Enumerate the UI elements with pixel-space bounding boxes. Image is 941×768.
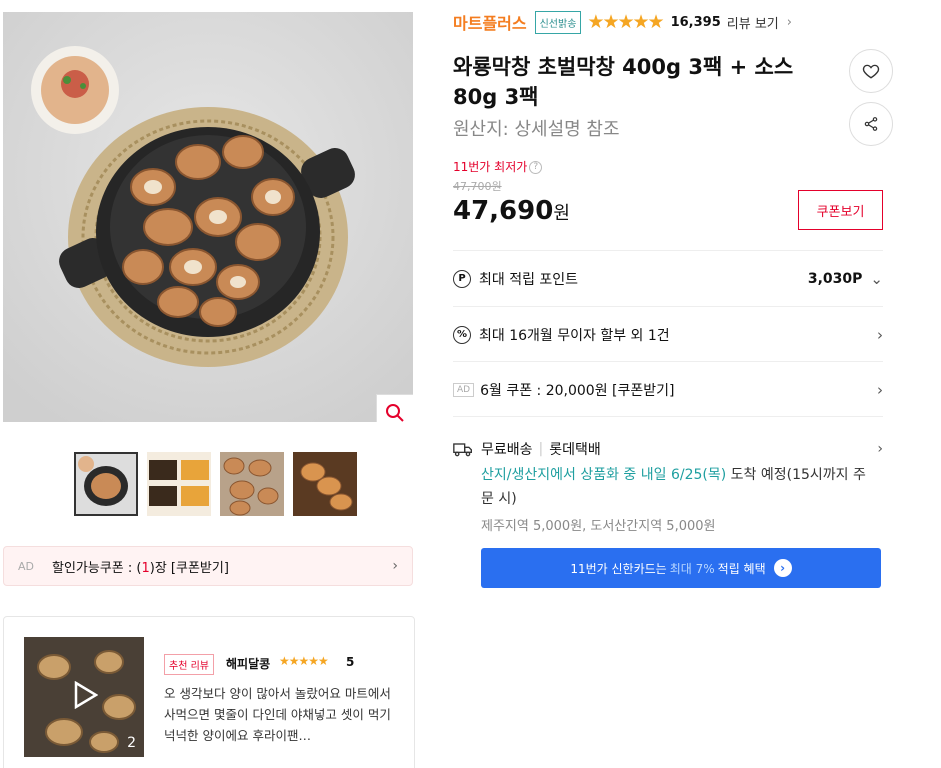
review-username: 해피달콩 (226, 657, 271, 671)
fresh-delivery-badge: 신선밝송 (534, 10, 582, 34)
thumbnail-strip (74, 452, 357, 516)
benefit-label: 6월 쿠폰 : 20,000원 [쿠폰받기] (480, 382, 675, 399)
share-icon (864, 117, 878, 131)
coupon-view-button[interactable]: 쿠폰보기 (798, 190, 883, 230)
product-photo-illustration (3, 12, 413, 422)
benefit-row-points[interactable]: P 최대 적립 포인트 3,030P ⌄ (453, 250, 883, 306)
shipping-info[interactable]: 무료배송 | 롯데택배 › 산지/생산지에서 상품화 중 내일 6/25(목) … (453, 416, 883, 534)
wishlist-button[interactable] (849, 49, 893, 93)
product-title: 와룡막창 초벌막창 400g 3팩 + 소스 80g 3팩 (453, 55, 794, 109)
review-view-link[interactable]: 리뷰 보기 (727, 13, 779, 32)
sale-price: 47,690원 (453, 196, 570, 226)
truck-icon (453, 443, 472, 457)
play-icon (74, 681, 98, 709)
arrow-right-icon: › (773, 559, 792, 577)
point-icon: P (453, 269, 471, 288)
chevron-right-icon: › (392, 558, 398, 574)
shipping-carrier: 롯데택배 (549, 442, 601, 458)
lowest-price-label: 11번가 최저가? (453, 158, 543, 175)
benefit-value: 3,030P (807, 270, 863, 287)
product-origin: 원산지: 상세설명 참조 (453, 119, 620, 140)
review-image-count: 2 (127, 735, 136, 751)
thumbnail-2[interactable] (147, 452, 211, 516)
discount-coupon-bar[interactable]: AD 할인가능쿠폰 : (1)장 [쿠폰받기] › (3, 546, 413, 586)
shipping-header: 무료배송 | 롯데택배 › (453, 439, 883, 459)
ad-label: AD (18, 559, 34, 573)
help-icon[interactable]: ? (529, 161, 543, 174)
review-card[interactable]: 2 추천 리뷰 해피달콩 ★★★★★ 5 오 생각보다 양이 많아서 놀랐어요 … (3, 616, 415, 768)
share-button[interactable] (849, 102, 893, 146)
chevron-right-icon: › (877, 325, 883, 344)
percent-icon: % (453, 325, 471, 344)
chevron-right-icon: › (786, 14, 792, 30)
search-icon (386, 404, 404, 422)
regional-shipping-fee: 제주지역 5,000원, 도서산간지역 5,000원 (481, 519, 716, 534)
ad-icon: AD (453, 382, 475, 397)
benefit-label: 최대 16개월 무이자 할부 외 1건 (479, 327, 670, 344)
shipping-type: 무료배송 (481, 442, 533, 458)
original-price: 47,700원 (453, 180, 502, 193)
main-product-image[interactable] (3, 12, 413, 422)
review-video-thumbnail[interactable]: 2 (24, 637, 144, 757)
chevron-right-icon: › (877, 441, 883, 457)
thumbnail-4[interactable] (293, 452, 357, 516)
shinhan-card-banner[interactable]: 11번가 신한카드는 최대 7% 적립 혜택 › (481, 548, 881, 588)
benefit-row-coupon[interactable]: AD 6월 쿠폰 : 20,000원 [쿠폰받기] › (453, 361, 883, 417)
benefit-row-installment[interactable]: % 최대 16개월 무이자 할부 외 1건 › (453, 306, 883, 362)
thumbnail-1[interactable] (74, 452, 138, 516)
chevron-right-icon: › (877, 380, 883, 399)
heart-icon (862, 64, 880, 79)
review-star-rating: ★★★★★ (279, 654, 329, 668)
zoom-button[interactable] (376, 394, 413, 422)
review-text: 오 생각보다 양이 많아서 놀랐어요 마트에서 사먹으면 몇줄이 다인데 야채넣… (164, 686, 391, 743)
delivery-estimate: 산지/생산지에서 상품화 중 내일 6/25(목) 도착 예정(15시까지 주문… (481, 467, 866, 507)
coupon-bar-text: 할인가능쿠폰 : (1)장 [쿠폰받기] (52, 560, 229, 576)
thumbnail-3[interactable] (220, 452, 284, 516)
brand-rating-row: 마트플러스 신선밝송 ★★★★★ 16,395 리뷰 보기 › (453, 10, 792, 34)
recommended-review-tag: 추천 리뷰 (164, 654, 214, 675)
review-score: 5 (346, 655, 355, 669)
benefit-label: 최대 적립 포인트 (479, 271, 579, 288)
divider: | (538, 441, 544, 457)
product-star-rating: ★★★★★ (587, 11, 664, 33)
brand-name[interactable]: 마트플러스 (453, 10, 527, 34)
chevron-down-icon: ⌄ (870, 269, 883, 288)
review-count: 16,395 (670, 14, 721, 30)
